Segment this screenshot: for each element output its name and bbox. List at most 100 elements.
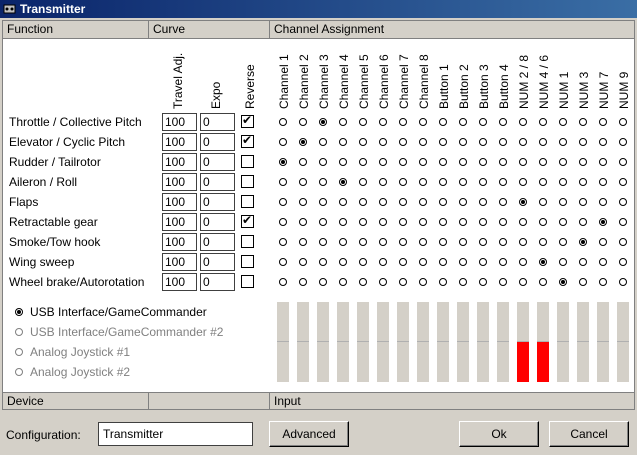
channel-radio[interactable] (279, 118, 287, 126)
expo-input[interactable]: 0 (200, 113, 235, 131)
channel-radio[interactable] (619, 178, 627, 186)
channel-radio[interactable] (559, 178, 567, 186)
channel-radio[interactable] (399, 158, 407, 166)
travel-adj-input[interactable]: 100 (162, 213, 197, 231)
channel-radio[interactable] (499, 278, 507, 286)
channel-radio[interactable] (459, 258, 467, 266)
channel-radio[interactable] (399, 198, 407, 206)
device-radio[interactable] (15, 348, 23, 356)
channel-radio[interactable] (319, 138, 327, 146)
channel-radio[interactable] (519, 158, 527, 166)
expo-input[interactable]: 0 (200, 133, 235, 151)
channel-radio[interactable] (459, 238, 467, 246)
channel-radio[interactable] (439, 278, 447, 286)
channel-radio[interactable] (599, 258, 607, 266)
channel-radio[interactable] (619, 118, 627, 126)
channel-radio[interactable] (399, 218, 407, 226)
channel-radio[interactable] (379, 278, 387, 286)
channel-radio[interactable] (499, 118, 507, 126)
channel-radio[interactable] (559, 138, 567, 146)
channel-radio[interactable] (619, 138, 627, 146)
advanced-button[interactable]: Advanced (269, 421, 349, 447)
channel-radio[interactable] (499, 158, 507, 166)
channel-radio[interactable] (399, 138, 407, 146)
channel-radio[interactable] (579, 258, 587, 266)
expo-input[interactable]: 0 (200, 233, 235, 251)
channel-radio[interactable] (359, 158, 367, 166)
channel-radio[interactable] (319, 238, 327, 246)
channel-radio[interactable] (459, 198, 467, 206)
channel-radio[interactable] (539, 278, 547, 286)
channel-radio[interactable] (579, 198, 587, 206)
channel-radio[interactable] (279, 238, 287, 246)
channel-radio[interactable] (559, 218, 567, 226)
channel-radio[interactable] (559, 258, 567, 266)
channel-radio[interactable] (319, 118, 327, 126)
channel-radio[interactable] (379, 198, 387, 206)
channel-radio[interactable] (579, 238, 587, 246)
channel-radio[interactable] (319, 198, 327, 206)
channel-radio[interactable] (439, 198, 447, 206)
channel-radio[interactable] (619, 158, 627, 166)
channel-radio[interactable] (619, 238, 627, 246)
channel-radio[interactable] (499, 178, 507, 186)
expo-input[interactable]: 0 (200, 153, 235, 171)
channel-radio[interactable] (459, 218, 467, 226)
channel-radio[interactable] (279, 178, 287, 186)
channel-radio[interactable] (419, 238, 427, 246)
channel-radio[interactable] (439, 118, 447, 126)
channel-radio[interactable] (359, 238, 367, 246)
channel-radio[interactable] (519, 258, 527, 266)
cancel-button[interactable]: Cancel (549, 421, 629, 447)
expo-input[interactable]: 0 (200, 253, 235, 271)
channel-radio[interactable] (559, 278, 567, 286)
channel-radio[interactable] (379, 218, 387, 226)
channel-radio[interactable] (379, 178, 387, 186)
channel-radio[interactable] (459, 158, 467, 166)
channel-radio[interactable] (619, 278, 627, 286)
channel-radio[interactable] (379, 238, 387, 246)
channel-radio[interactable] (499, 258, 507, 266)
channel-radio[interactable] (299, 218, 307, 226)
channel-radio[interactable] (419, 138, 427, 146)
channel-radio[interactable] (499, 238, 507, 246)
channel-radio[interactable] (619, 198, 627, 206)
channel-radio[interactable] (299, 118, 307, 126)
reverse-checkbox[interactable] (241, 235, 254, 248)
channel-radio[interactable] (319, 158, 327, 166)
channel-radio[interactable] (319, 258, 327, 266)
expo-input[interactable]: 0 (200, 193, 235, 211)
reverse-checkbox[interactable]: ✔ (241, 213, 254, 228)
channel-radio[interactable] (539, 218, 547, 226)
channel-radio[interactable] (459, 138, 467, 146)
channel-radio[interactable] (439, 158, 447, 166)
travel-adj-input[interactable]: 100 (162, 273, 197, 291)
channel-radio[interactable] (379, 138, 387, 146)
channel-radio[interactable] (339, 258, 347, 266)
channel-radio[interactable] (339, 238, 347, 246)
channel-radio[interactable] (339, 178, 347, 186)
channel-radio[interactable] (559, 238, 567, 246)
channel-radio[interactable] (299, 278, 307, 286)
channel-radio[interactable] (599, 158, 607, 166)
channel-radio[interactable] (579, 118, 587, 126)
expo-input[interactable]: 0 (200, 273, 235, 291)
channel-radio[interactable] (299, 178, 307, 186)
channel-radio[interactable] (599, 198, 607, 206)
channel-radio[interactable] (299, 158, 307, 166)
channel-radio[interactable] (419, 218, 427, 226)
channel-radio[interactable] (419, 258, 427, 266)
channel-radio[interactable] (299, 138, 307, 146)
channel-radio[interactable] (519, 218, 527, 226)
channel-radio[interactable] (379, 158, 387, 166)
channel-radio[interactable] (399, 258, 407, 266)
channel-radio[interactable] (519, 278, 527, 286)
channel-radio[interactable] (299, 258, 307, 266)
channel-radio[interactable] (419, 198, 427, 206)
channel-radio[interactable] (419, 278, 427, 286)
reverse-checkbox[interactable] (241, 195, 254, 208)
channel-radio[interactable] (459, 278, 467, 286)
channel-radio[interactable] (279, 218, 287, 226)
travel-adj-input[interactable]: 100 (162, 253, 197, 271)
channel-radio[interactable] (359, 138, 367, 146)
